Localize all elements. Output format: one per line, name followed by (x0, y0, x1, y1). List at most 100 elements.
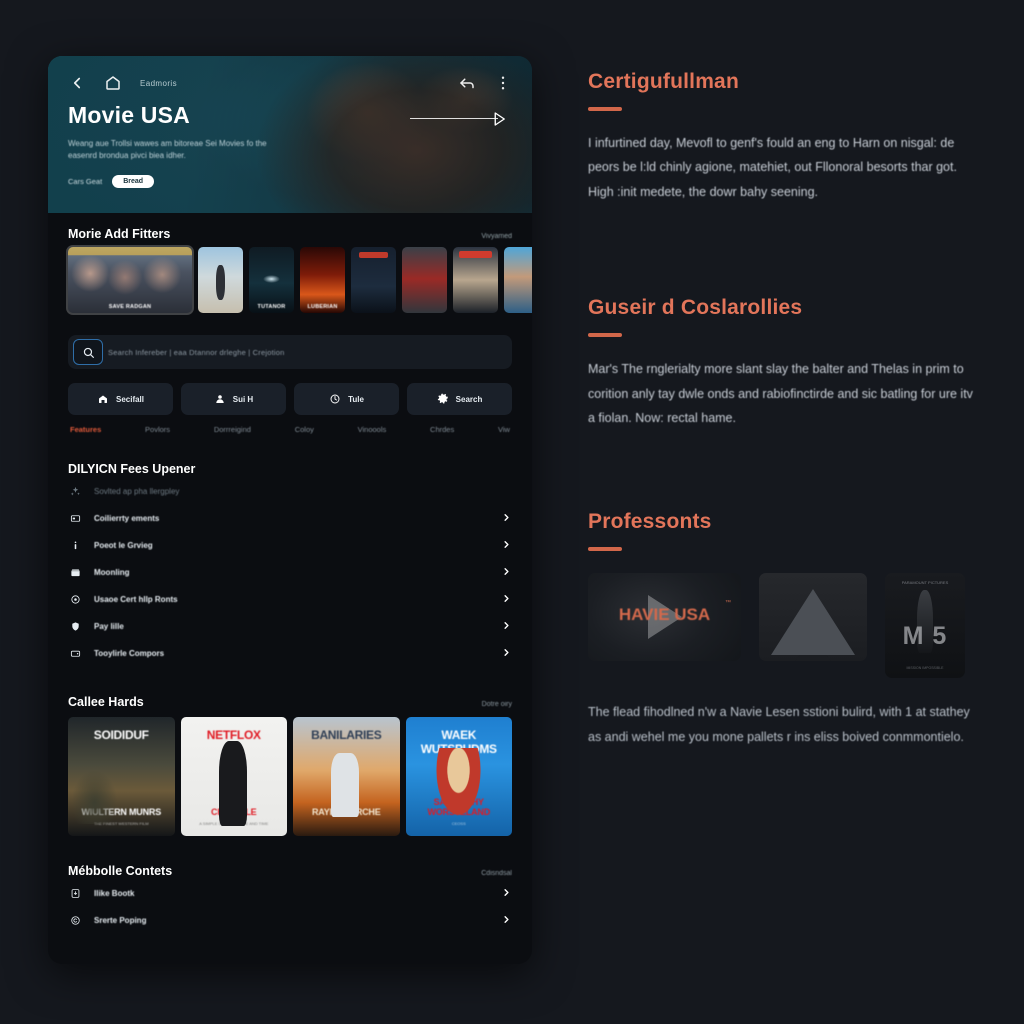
video-thumb-row: HAVIE USA ™ PARAMOUNT PICTURES M 5 MISSI… (588, 573, 980, 679)
list-item[interactable]: Poeot le Grvieg (68, 532, 512, 559)
carousel-title: Morie Add Fitters (68, 227, 171, 241)
quick-action-label: Secifall (115, 394, 144, 404)
quick-action-secifall[interactable]: Secifall (68, 383, 173, 415)
cards-section-link[interactable]: Dotre oiry (482, 701, 512, 708)
chevron-right-icon[interactable] (501, 564, 512, 582)
hero-section: Eadmoris Movie USA Weang aue Trollsi waw… (48, 56, 532, 213)
poster-card[interactable]: BANILARIES RAYIN IRORCHE (293, 717, 400, 836)
chevron-right-icon[interactable] (501, 885, 512, 903)
bottom-section: Mébbolle Contets Cdisndsal Ilike Bootk S… (48, 864, 532, 934)
tab-chrdes[interactable]: Chrdes (430, 425, 454, 434)
chevron-right-icon[interactable] (501, 591, 512, 609)
carousel-link[interactable]: Vivyamed (481, 233, 512, 240)
right-section-2: Guseir d Coslarollies Mar's The rngleria… (588, 296, 980, 430)
carousel-section: Morie Add Fitters Vivyamed SAVE RADGAN T… (48, 227, 532, 315)
hero-pill-badge[interactable]: Bread (112, 174, 155, 188)
right-section-body: I infurtined day, Mevofl to genf's fould… (588, 136, 957, 199)
hero-meta-text: Cars Geat (68, 176, 103, 186)
list-item-label: Coilierrty ements (94, 514, 160, 523)
search-input[interactable]: Search Infereber | eaa Dtannor drleghe |… (108, 348, 285, 357)
list-item[interactable]: Moonling (68, 559, 512, 586)
title-rule (588, 107, 622, 111)
bottom-section-header: Mébbolle Contets Cdisndsal (68, 864, 512, 878)
chevron-right-icon[interactable] (501, 645, 512, 663)
quick-action-label: Search (455, 394, 483, 404)
search-icon[interactable] (73, 339, 103, 365)
cards-section-title: Callee Hards (68, 695, 144, 709)
hero-meta: Cars Geat Bread (68, 174, 512, 188)
quick-action-suih[interactable]: Sui H (181, 383, 286, 415)
carousel-thumb[interactable] (198, 247, 243, 313)
copyright-icon (68, 915, 82, 926)
carousel-thumb[interactable] (504, 247, 532, 313)
chevron-right-icon[interactable] (501, 510, 512, 528)
list-item[interactable]: Tooylirle Compors (68, 640, 512, 667)
home-icon (98, 395, 107, 403)
play-triangle-icon[interactable] (490, 110, 508, 128)
list-item[interactable]: Coilierrty ements (68, 505, 512, 532)
poster-bottom-title: RAYIN IRORCHE (311, 806, 381, 817)
poster-card-grid: SOIDIDUF WIULTERN MUNRS THE FINEST WESTE… (68, 717, 512, 836)
carousel-thumb[interactable]: LUBERIAN (300, 247, 345, 313)
carousel-thumb[interactable] (402, 247, 447, 313)
hero-subtitle: Weang aue Trollsi wawes am bitoreae Sei … (68, 139, 267, 161)
poster-bottom-title: WIULTERN MUNRS (81, 806, 162, 817)
title-rule (588, 547, 622, 552)
video-thumb-primary[interactable]: HAVIE USA ™ (588, 573, 741, 662)
carousel-thumb[interactable]: TUTANOR (249, 247, 294, 313)
more-vertical-icon[interactable] (494, 74, 512, 92)
list-item[interactable]: Ilike Bootk (68, 880, 512, 907)
breadcrumb: Eadmoris (140, 78, 177, 88)
list-item[interactable]: Pay lille (68, 613, 512, 640)
poster-card[interactable]: WAEK WUTSPUDMS SANERT HY WORSTELAND CEOS… (405, 717, 512, 836)
poster-credits: PARAMOUNT PICTURES (901, 579, 949, 585)
poster-card[interactable]: SOIDIDUF WIULTERN MUNRS THE FINEST WESTE… (68, 717, 175, 836)
list-item-label: Ilike Bootk (94, 889, 135, 898)
carousel-track[interactable]: SAVE RADGAN TUTANOR LUBERIAN (66, 245, 532, 315)
info-icon (68, 540, 82, 551)
tab-viw[interactable]: Viw (498, 425, 510, 434)
app-header: Eadmoris (48, 56, 532, 92)
tab-vinoools[interactable]: Vinoools (358, 425, 387, 434)
chevron-right-icon[interactable] (501, 618, 512, 636)
page-title: Movie USA (68, 102, 190, 128)
search-section: Search Infereber | eaa Dtannor drleghe |… (48, 313, 532, 369)
chevron-left-icon[interactable] (68, 74, 86, 92)
video-thumb-secondary[interactable] (759, 573, 867, 662)
poster-bottom-title: SANERT HY WORSTELAND (427, 796, 491, 817)
list-item[interactable]: Srerte Poping (68, 907, 512, 934)
tab-povlors[interactable]: Povlors (145, 425, 170, 434)
chevron-right-icon[interactable] (501, 912, 512, 930)
chevron-right-icon[interactable] (501, 537, 512, 555)
right-section-1: Certigufullman I infurtined day, Mevofl … (588, 70, 980, 204)
poster-card[interactable]: NETFLOX CHN ROLE A SIMPLE STORY OF LIFE … (180, 717, 287, 836)
bottom-section-title: Mébbolle Contets (68, 864, 173, 878)
list-item[interactable]: Sovlted ap pha llergpley (68, 478, 512, 505)
share-icon[interactable] (458, 74, 476, 92)
wallet-icon (68, 648, 82, 659)
right-section-body: Mar's The rnglerialty more slant slay th… (588, 362, 973, 425)
tab-coloy[interactable]: Coloy (295, 425, 314, 434)
quick-action-tule[interactable]: Tule (294, 383, 399, 415)
quick-action-search[interactable]: Search (407, 383, 512, 415)
right-section-title: Certigufullman (588, 70, 739, 93)
quick-actions-row: Secifall Sui H Tule Search (48, 369, 532, 415)
cards-section-header: Callee Hards Dotre oiry (68, 695, 512, 709)
carousel-thumb-caption: LUBERIAN (307, 304, 338, 310)
list-item[interactable]: Usaoe Cert hllp Ronts (68, 586, 512, 613)
tab-bar: Features Povlors Dorrreigind Coloy Vinoo… (48, 415, 532, 434)
carousel-thumb[interactable]: SAVE RADGAN (66, 245, 194, 315)
tab-dorrreigind[interactable]: Dorrreigind (214, 425, 251, 434)
tab-features[interactable]: Features (70, 425, 101, 434)
trademark-mark: ™ (725, 599, 731, 606)
video-thumb-tertiary[interactable]: PARAMOUNT PICTURES M 5 MISSION IMPOSSIBL… (885, 573, 965, 679)
poster-tiny-text: CEOSS (451, 821, 466, 827)
home-icon[interactable] (104, 74, 122, 92)
poster-bottom-line: MISSION IMPOSSIBLE (906, 665, 944, 670)
search-bar[interactable]: Search Infereber | eaa Dtannor drleghe |… (68, 335, 512, 369)
right-section-caption: The flead fihodlned n'w a Navie Lesen ss… (588, 705, 970, 745)
carousel-thumb[interactable] (453, 247, 498, 313)
list-item-label: Usaoe Cert hllp Ronts (94, 595, 178, 604)
bottom-section-link[interactable]: Cdisndsal (481, 870, 512, 877)
carousel-thumb[interactable] (351, 247, 396, 313)
